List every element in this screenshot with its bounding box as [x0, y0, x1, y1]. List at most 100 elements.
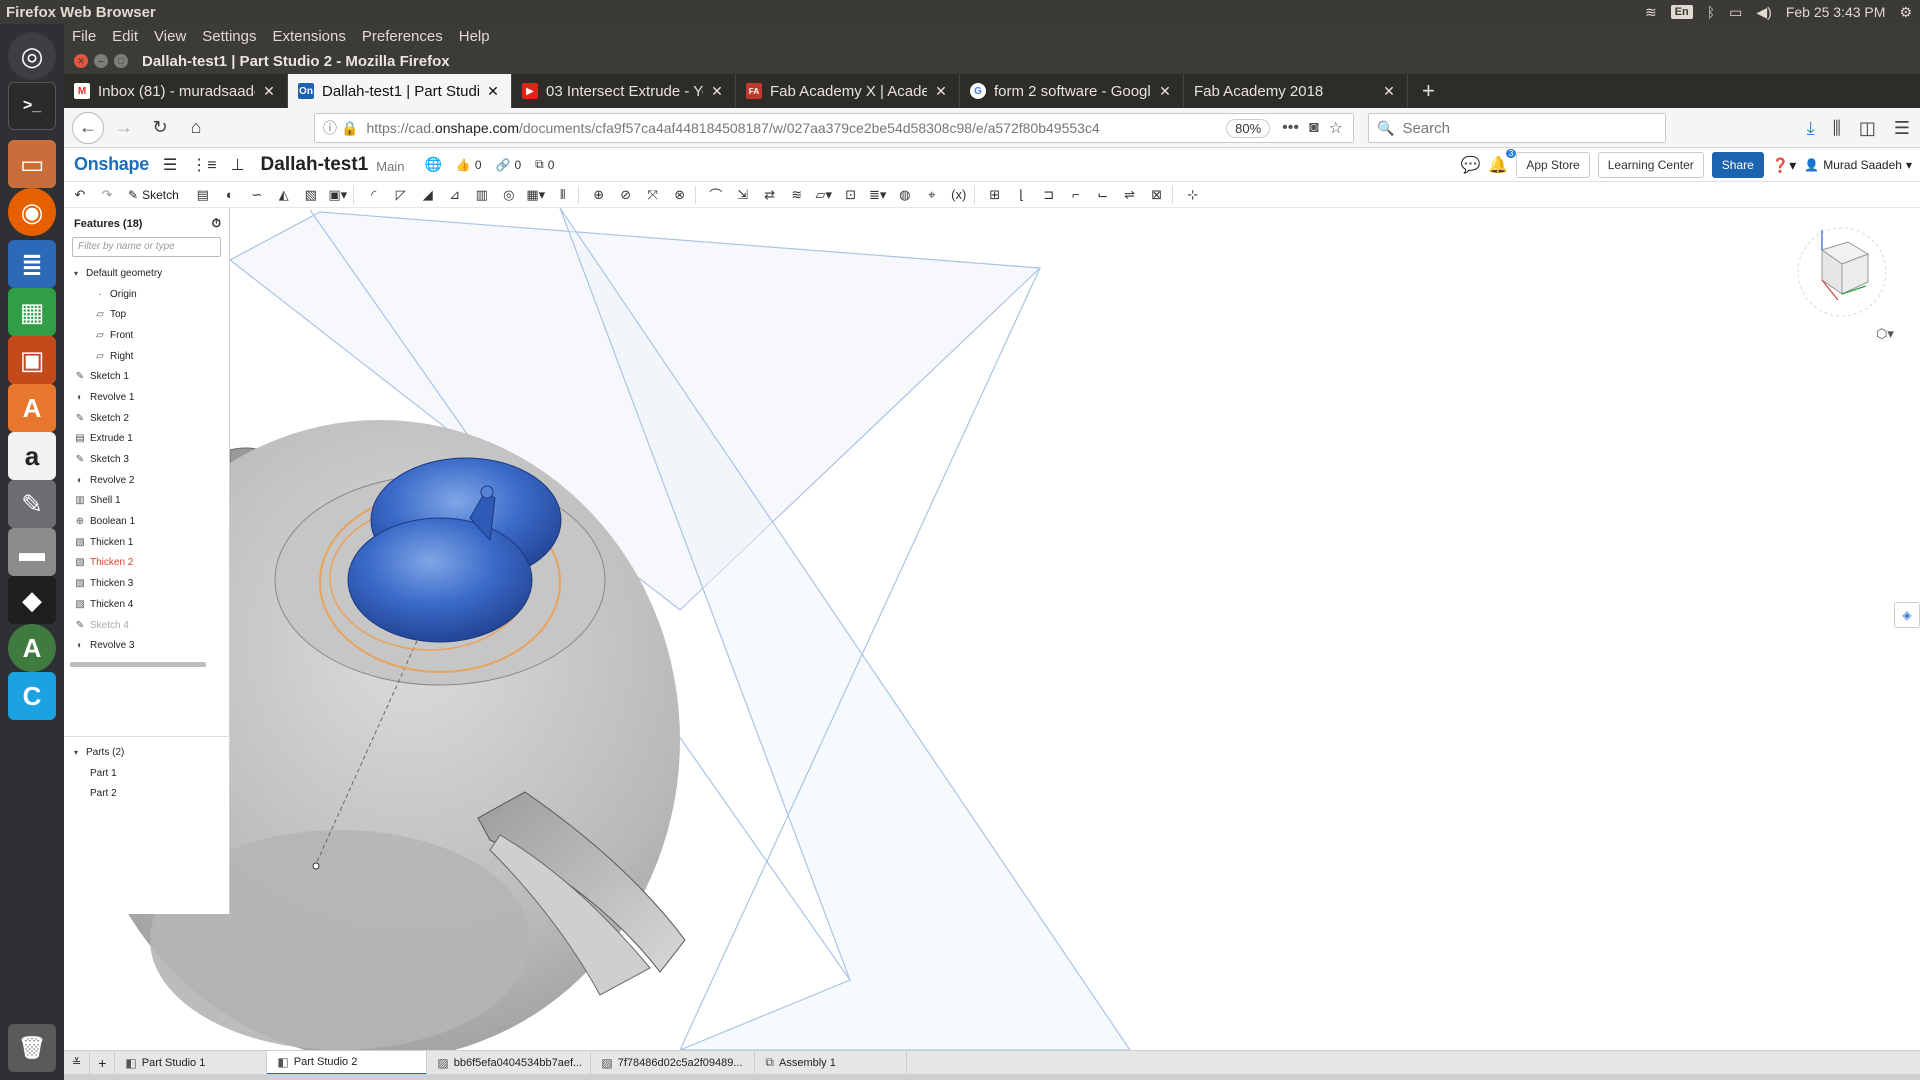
graphics-viewport[interactable]	[64, 208, 1920, 1050]
downloads-icon[interactable]: ⤓	[1807, 118, 1815, 139]
close-tab-icon[interactable]: ✕	[1157, 83, 1173, 100]
view-cube-graphic[interactable]	[1782, 220, 1902, 340]
feature-item[interactable]: ✎ Sketch 1	[64, 366, 229, 387]
enclose-icon[interactable]: ▣▾	[327, 184, 349, 206]
flat-view-icon[interactable]: ⇌	[1119, 184, 1141, 206]
feature-item-right[interactable]: ▱ Right	[64, 346, 229, 367]
bend-icon[interactable]: ⌐	[1065, 184, 1087, 206]
close-tab-icon[interactable]: ✕	[709, 83, 725, 100]
menu-view[interactable]: View	[146, 28, 194, 45]
extrude-icon[interactable]: ▤	[192, 184, 214, 206]
feature-item[interactable]: ✎ Sketch 3	[64, 449, 229, 470]
close-tab-icon[interactable]: ✕	[485, 83, 501, 100]
trash-icon[interactable]: 🗑	[8, 1024, 56, 1072]
user-menu[interactable]: 👤 Murad Saadeh ▾	[1804, 158, 1912, 172]
info-icon[interactable]: ⓘ	[323, 118, 337, 138]
add-custom-feature-icon[interactable]: ⊹	[1182, 184, 1204, 206]
menu-help[interactable]: Help	[451, 28, 498, 45]
transform-icon[interactable]: ⤧	[642, 184, 664, 206]
feature-item[interactable]: ▥ Shell 1	[64, 491, 229, 512]
learning-center-button[interactable]: Learning Center	[1597, 152, 1704, 178]
writer-icon[interactable]: ≣	[8, 240, 56, 288]
feature-item[interactable]: ▧ Thicken 1	[64, 532, 229, 553]
share-button[interactable]: Share	[1711, 152, 1764, 178]
feature-item[interactable]: ⊕ Boolean 1	[64, 511, 229, 532]
tab-fab-academy-x[interactable]: FA Fab Academy X | Academ ✕	[736, 74, 960, 108]
version-graph-icon[interactable]: ⋮≡	[191, 155, 216, 175]
globe-icon[interactable]: 🌐	[424, 156, 441, 173]
undo-icon[interactable]: ↶	[69, 184, 91, 206]
feature-item[interactable]: ▤ Extrude 1	[64, 429, 229, 450]
feature-item[interactable]: ✎ Sketch 4	[64, 615, 229, 636]
plane-icon[interactable]: ▱▾	[813, 184, 835, 206]
parts-group[interactable]: ▾ Parts (2)	[64, 742, 230, 763]
mirror-icon[interactable]: ⫴	[552, 184, 574, 206]
sidebar-icon[interactable]: ◫	[1859, 118, 1876, 139]
files-icon[interactable]: ▭	[8, 140, 56, 188]
boolean-icon[interactable]: ⊕	[588, 184, 610, 206]
feature-item[interactable]: ◐ Revolve 1	[64, 387, 229, 408]
appearance-panel-icon[interactable]: ◈	[1894, 602, 1920, 628]
like-icon[interactable]: 👍	[456, 158, 471, 172]
reload-button[interactable]: ↻	[144, 112, 176, 144]
help-icon[interactable]: ❓▾	[1772, 157, 1796, 174]
url-bar[interactable]: ⓘ 🔒 https://cad.onshape.com/documents/cf…	[314, 113, 1354, 143]
feature-item-front[interactable]: ▱ Front	[64, 325, 229, 346]
model-render[interactable]	[64, 208, 1920, 1050]
variable-icon[interactable]: (x)	[948, 184, 970, 206]
tab-fab-academy-2018[interactable]: Fab Academy 2018 ✕	[1184, 74, 1408, 108]
tab-gmail[interactable]: M Inbox (81) - muradsaade ✕	[64, 74, 288, 108]
close-window-button[interactable]: ✕	[74, 54, 88, 68]
sheet-metal-icon[interactable]: ⊞	[984, 184, 1006, 206]
view-cube[interactable]	[1782, 220, 1902, 340]
flange-icon[interactable]: ⌊	[1011, 184, 1033, 206]
revolve-icon[interactable]: ◐	[219, 184, 241, 206]
lid-knob-base[interactable]	[347, 517, 533, 643]
url-text[interactable]: https://cad.onshape.com/documents/cfa9f5…	[366, 120, 1226, 136]
new-tab-button[interactable]: +	[1408, 74, 1449, 108]
drive-icon[interactable]: ▬	[8, 528, 56, 576]
close-tab-icon[interactable]: ✕	[933, 83, 949, 100]
tab-youtube[interactable]: ▶ 03 Intersect Extrude - Yo ✕	[512, 74, 736, 108]
tab-google-search[interactable]: G form 2 software - Googl ✕	[960, 74, 1184, 108]
sketch-button[interactable]: ✎ Sketch	[128, 188, 179, 202]
delete-part-icon[interactable]: ⊗	[669, 184, 691, 206]
lock-icon[interactable]: 🔒	[341, 120, 358, 137]
calc-icon[interactable]: ▦	[8, 288, 56, 336]
chamfer-icon[interactable]: ◸	[390, 184, 412, 206]
caret-down-icon[interactable]: ▾	[74, 269, 84, 278]
app-store-button[interactable]: App Store	[1516, 152, 1590, 178]
move-face-icon[interactable]: ⇲	[732, 184, 754, 206]
impress-icon[interactable]: ▣	[8, 336, 56, 384]
part-item-2[interactable]: Part 2	[64, 783, 230, 804]
menu-preferences[interactable]: Preferences	[354, 28, 451, 45]
pocket-icon[interactable]: ◙	[1309, 119, 1319, 137]
mate-connector-icon[interactable]: ⊡	[840, 184, 862, 206]
lid-tip[interactable]	[480, 485, 494, 499]
bookmark-star-icon[interactable]: ☆	[1329, 118, 1343, 138]
element-tab-assembly-1[interactable]: ⧉ Assembly 1	[755, 1050, 908, 1075]
comments-icon[interactable]: 💬	[1461, 155, 1481, 175]
inkscape-icon[interactable]: ◆	[8, 576, 56, 624]
default-geometry-group[interactable]: ▾ Default geometry	[64, 263, 229, 284]
amazon-icon[interactable]: a	[8, 432, 56, 480]
code-app-icon[interactable]: C	[8, 672, 56, 720]
feature-item-origin[interactable]: · Origin	[64, 284, 229, 305]
fillet-icon[interactable]: ◜	[363, 184, 385, 206]
element-tab-part-studio-2[interactable]: ◧ Part Studio 2	[267, 1050, 428, 1075]
tab-onshape[interactable]: On Dallah-test1 | Part Studi ✕	[288, 74, 512, 108]
element-tab-import-2[interactable]: ▨ 7f78486d02c5a2f09489...	[591, 1050, 756, 1075]
menu-icon[interactable]: ☰	[163, 155, 177, 175]
feature-item[interactable]: ◐ Revolve 2	[64, 470, 229, 491]
wifi-icon[interactable]: ≋	[1645, 4, 1657, 21]
feature-filter-input[interactable]: Filter by name or type	[72, 237, 221, 257]
bluetooth-icon[interactable]: ᛒ	[1707, 4, 1715, 20]
element-tab-part-studio-1[interactable]: ◧ Part Studio 1	[115, 1050, 268, 1075]
updater-icon[interactable]: A	[8, 624, 56, 672]
home-button[interactable]: ⌂	[180, 112, 212, 144]
document-title[interactable]: Dallah-test1	[261, 154, 369, 176]
onshape-logo[interactable]: Onshape	[74, 154, 149, 175]
menu-edit[interactable]: Edit	[104, 28, 146, 45]
settings-icon[interactable]: ✎	[8, 480, 56, 528]
sweep-icon[interactable]: ∽	[246, 184, 268, 206]
